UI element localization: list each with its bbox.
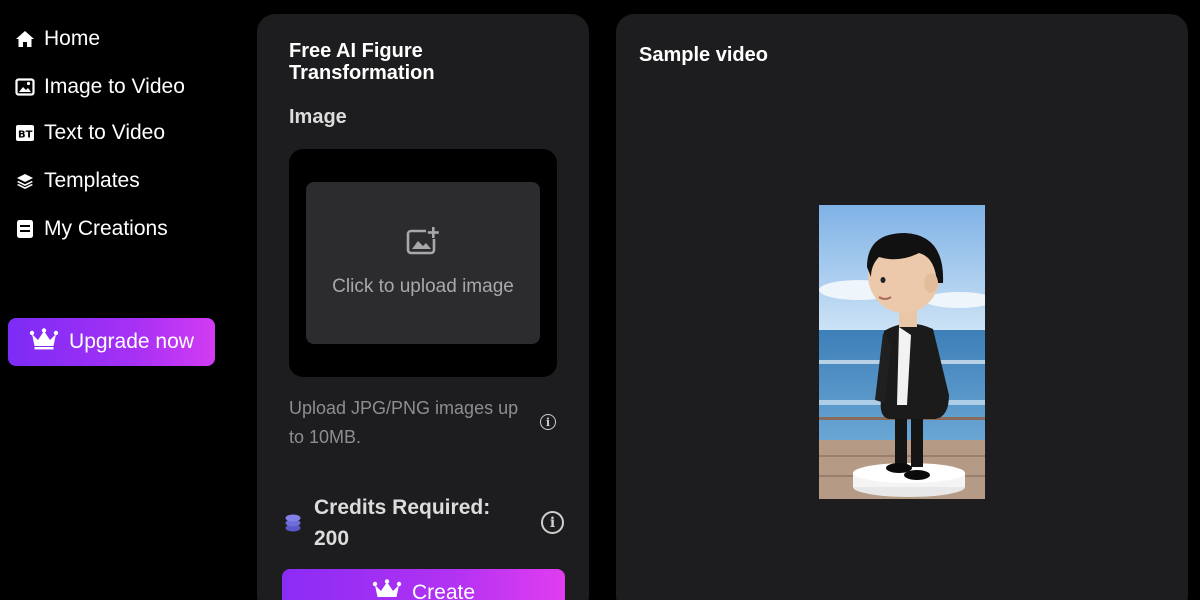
upload-hint: Upload JPG/PNG images up to 10MB.: [289, 398, 519, 447]
sidebar-item-home[interactable]: Home: [14, 24, 100, 54]
sidebar-item-label: My Creations: [44, 217, 168, 240]
preview-title: Sample video: [639, 44, 768, 66]
crown-icon: [29, 328, 59, 356]
create-label: Create: [411, 581, 476, 600]
folder-icon: [14, 218, 36, 240]
svg-text:BT: BT: [18, 130, 33, 141]
crown-icon: [372, 579, 402, 600]
sidebar-item-templates[interactable]: Templates: [14, 166, 140, 196]
sidebar-item-label: Templates: [44, 169, 140, 192]
text-video-icon: BT: [14, 122, 36, 144]
home-icon: [14, 28, 36, 50]
sidebar-item-label: Home: [44, 27, 101, 50]
credits-info-icon[interactable]: i: [541, 511, 564, 534]
credits-required: Credits Required: 200: [314, 496, 491, 550]
layers-icon: [14, 170, 36, 192]
image-field-label: Image: [289, 106, 347, 128]
upload-dropzone[interactable]: Click to upload image: [306, 182, 540, 344]
coins-icon: [284, 512, 302, 539]
sample-video[interactable]: [819, 205, 985, 499]
upload-text: Click to upload image: [332, 275, 514, 297]
upgrade-label: Upgrade now: [69, 330, 194, 353]
image-icon: [14, 76, 36, 98]
sidebar-item-label: Text to Video: [44, 121, 166, 144]
upgrade-button[interactable]: Upgrade now: [8, 318, 215, 366]
sidebar-item-label: Image to Video: [44, 75, 185, 98]
sidebar-item-image-to-video[interactable]: Image to Video: [14, 72, 185, 102]
sample-video-thumbnail: [819, 205, 985, 499]
add-image-icon: [406, 225, 440, 260]
preview-panel: Sample video: [616, 14, 1188, 600]
upload-area: Click to upload image: [289, 149, 557, 377]
sidebar: Home Image to Video BT Text to Video Tem…: [0, 0, 240, 600]
panel-title: Free AI Figure Transformation: [289, 40, 435, 84]
info-icon[interactable]: i: [540, 414, 556, 430]
sidebar-item-my-creations[interactable]: My Creations: [14, 214, 168, 244]
create-button[interactable]: Create: [282, 569, 565, 600]
sidebar-item-text-to-video[interactable]: BT Text to Video: [14, 118, 165, 148]
generation-panel: Free AI Figure Transformation Image Clic…: [257, 14, 589, 600]
